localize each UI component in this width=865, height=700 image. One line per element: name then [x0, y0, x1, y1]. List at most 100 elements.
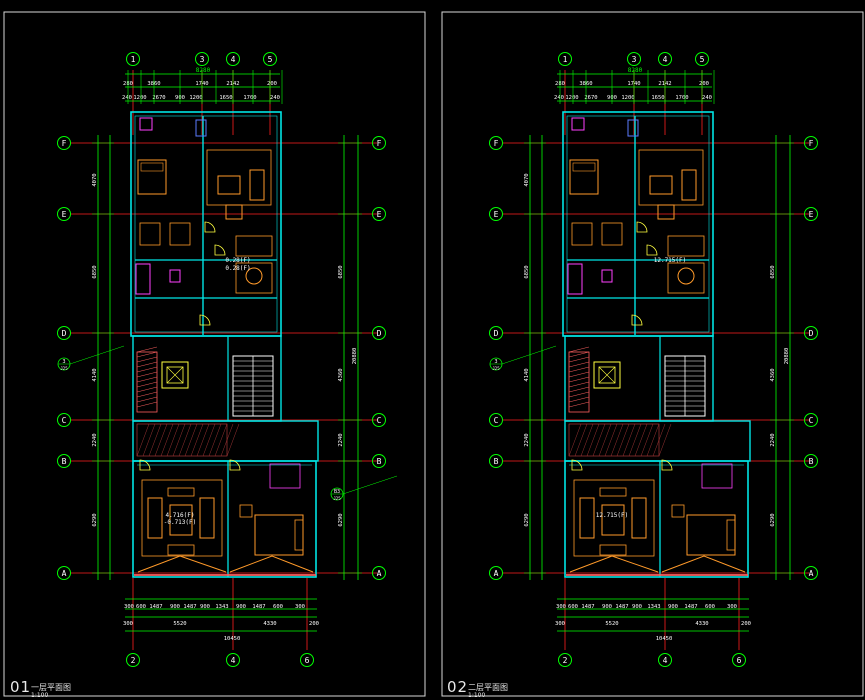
- grid-bubble-bottom-label: 4: [231, 656, 236, 665]
- bottom-dimension-1: 300: [556, 604, 566, 610]
- grid-bubble-top-label: 4: [663, 55, 668, 64]
- right-total-dimension: 20880: [352, 348, 358, 365]
- bottom-dimension-1: 1487: [252, 604, 265, 610]
- section-note-bottom: J25: [60, 366, 68, 371]
- level-label: 12.715(F): [654, 257, 687, 264]
- bottom-dimension-1: 900: [668, 604, 678, 610]
- bottom-dimension-1: 1343: [647, 604, 660, 610]
- bottom-dimension-1: 1343: [215, 604, 228, 610]
- section-note-top: 3: [62, 359, 65, 365]
- sheet-scale-1: 1:100: [31, 692, 49, 699]
- left-dimension: 4140: [92, 368, 98, 381]
- grid-bubble-right-label: C: [377, 416, 382, 425]
- grid-bubble-right-label: F: [377, 139, 382, 148]
- grid-bubble-right-label: E: [809, 210, 814, 219]
- grid-bubble-top-label: 5: [268, 55, 273, 64]
- bottom-dimension-2: 5520: [173, 621, 186, 627]
- grid-bubble-top-label: 3: [200, 55, 205, 64]
- grid-bubble-left-label: F: [494, 139, 499, 148]
- grid-bubble-top-label: 1: [131, 55, 136, 64]
- top-dimension-1: 200: [699, 81, 709, 87]
- bottom-dimension-1: 300: [124, 604, 134, 610]
- bottom-dimension-2: 300: [123, 621, 133, 627]
- right-dimension: 6290: [770, 513, 776, 526]
- grid-bubble-right-label: A: [377, 569, 382, 578]
- left-dimension: 6290: [92, 513, 98, 526]
- sheet-scale-2: 1:100: [468, 692, 486, 699]
- left-dimension: 4140: [524, 368, 530, 381]
- top-dimension-2: 2670: [584, 95, 597, 101]
- section-note-top: 3: [494, 359, 497, 365]
- left-dimension: 2240: [92, 433, 98, 446]
- bottom-dimension-2: 300: [555, 621, 565, 627]
- grid-bubble-right-label: E: [377, 210, 382, 219]
- top-dimension-1: 200: [267, 81, 277, 87]
- bottom-dimension-1: 900: [602, 604, 612, 610]
- top-dimension-2: 1700: [243, 95, 256, 101]
- bottom-total-dimension: 10450: [656, 636, 673, 642]
- sheet-number-2: 02: [447, 678, 469, 696]
- left-dimension: 4070: [92, 173, 98, 186]
- bottom-dimension-1: 600: [705, 604, 715, 610]
- level-label: 12.715(F): [596, 512, 629, 519]
- grid-bubble-left-label: A: [494, 569, 499, 578]
- right-dimension: 2240: [338, 433, 344, 446]
- top-dimension-2: 240: [270, 95, 280, 101]
- top-dimension-2: 1200: [189, 95, 202, 101]
- grid-bubble-right-label: D: [809, 329, 814, 338]
- grid-bubble-top-label: 3: [632, 55, 637, 64]
- bottom-dimension-1: 900: [200, 604, 210, 610]
- grid-bubble-bottom-label: 6: [305, 656, 310, 665]
- bottom-dimension-2: 4330: [695, 621, 708, 627]
- right-dimension: 2240: [770, 433, 776, 446]
- bottom-dimension-2: 200: [309, 621, 319, 627]
- grid-bubble-left-label: B: [62, 457, 67, 466]
- top-dimension-2: 240: [554, 95, 564, 101]
- right-dimension: 4360: [770, 368, 776, 381]
- left-dimension: 2240: [524, 433, 530, 446]
- left-dimension: 6290: [524, 513, 530, 526]
- bottom-dimension-1: 900: [236, 604, 246, 610]
- bottom-dimension-1: 900: [632, 604, 642, 610]
- bottom-dimension-2: 4330: [263, 621, 276, 627]
- grid-bubble-top-label: 5: [700, 55, 705, 64]
- bottom-dimension-1: 1487: [183, 604, 196, 610]
- top-dimension-2: 1700: [675, 95, 688, 101]
- top-dimension-2: 1200: [133, 95, 146, 101]
- bottom-dimension-1: 900: [170, 604, 180, 610]
- top-dimension-2: 240: [122, 95, 132, 101]
- grid-bubble-right-label: D: [377, 329, 382, 338]
- grid-bubble-right-label: F: [809, 139, 814, 148]
- level-label: 0.28(F): [225, 265, 250, 272]
- bottom-dimension-1: 300: [295, 604, 305, 610]
- bottom-dimension-1: 600: [568, 604, 578, 610]
- grid-bubble-left-label: E: [494, 210, 499, 219]
- top-dimension-2: 1200: [621, 95, 634, 101]
- left-dimension: 6850: [92, 265, 98, 278]
- bottom-dimension-1: 300: [727, 604, 737, 610]
- top-dimension-2: 240: [702, 95, 712, 101]
- left-dimension: 6850: [524, 265, 530, 278]
- bottom-dimension-1: 1487: [684, 604, 697, 610]
- bottom-dimension-2: 200: [741, 621, 751, 627]
- bottom-total-dimension: 10450: [224, 636, 241, 642]
- grid-bubble-left-label: B: [494, 457, 499, 466]
- left-dimension: 4070: [524, 173, 530, 186]
- grid-bubble-right-label: A: [809, 569, 814, 578]
- right-dimension: 6850: [338, 265, 344, 278]
- grid-bubble-bottom-label: 2: [131, 656, 136, 665]
- sheet-number-1: 01: [10, 678, 32, 696]
- level-label: 0.28(F): [225, 257, 250, 264]
- grid-bubble-bottom-label: 2: [563, 656, 568, 665]
- grid-bubble-left-label: A: [62, 569, 67, 578]
- section-note-bottom: J25: [492, 366, 500, 371]
- bottom-dimension-2: 5520: [605, 621, 618, 627]
- grid-bubble-left-label: F: [62, 139, 67, 148]
- grid-bubble-top-label: 1: [563, 55, 568, 64]
- top-dimension-2: 2670: [152, 95, 165, 101]
- grid-bubble-left-label: D: [494, 329, 499, 338]
- top-dimension-2: 1650: [219, 95, 232, 101]
- bottom-dimension-1: 1487: [581, 604, 594, 610]
- section-note-bottom: J25: [333, 496, 341, 501]
- top-total-dimension: 8280: [628, 67, 643, 74]
